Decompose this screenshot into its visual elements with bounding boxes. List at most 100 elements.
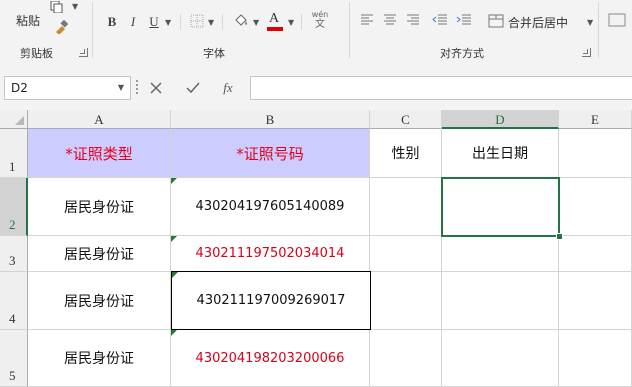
cell-e2[interactable]	[559, 178, 632, 236]
row-header-4[interactable]: 4	[0, 272, 28, 330]
italic-button[interactable]: I	[126, 13, 140, 31]
cell-b4[interactable]: 430211197009269017	[171, 271, 371, 330]
cell-a3[interactable]: 居民身份证	[28, 236, 171, 272]
cell-d5[interactable]	[442, 330, 559, 387]
cell-a2[interactable]: 居民身份证	[28, 178, 171, 236]
cell-c5[interactable]	[370, 330, 442, 387]
copy-dropdown-icon[interactable]: ▼	[72, 2, 78, 11]
phonetic-sub-label: 文	[315, 19, 325, 30]
cell-e5[interactable]	[559, 330, 632, 387]
column-header-c[interactable]: C	[370, 110, 442, 129]
select-all-button[interactable]	[0, 110, 28, 129]
active-cell-border	[441, 177, 560, 237]
cell-d3[interactable]	[442, 236, 559, 272]
column-header-e[interactable]: E	[559, 110, 632, 129]
divider	[92, 2, 93, 58]
phonetic-guide-button[interactable]: wén 文	[310, 10, 330, 32]
error-indicator[interactable]	[171, 236, 177, 242]
row-header-3[interactable]: 3	[0, 236, 28, 272]
row-header-1[interactable]: 1	[0, 129, 28, 178]
cell-a4[interactable]: 居民身份证	[28, 272, 171, 330]
align-center-icon[interactable]	[383, 14, 397, 26]
cell-d4[interactable]	[442, 272, 559, 330]
row-number: 4	[9, 311, 16, 326]
number-format-icon[interactable]	[608, 13, 626, 27]
cell-a1[interactable]: *证照类型	[28, 129, 171, 178]
cell-b2-value: 430204197605140089	[195, 199, 345, 214]
font-color-dropdown-icon[interactable]: ▼	[288, 18, 294, 27]
clipboard-launcher-icon[interactable]	[79, 48, 88, 57]
error-indicator[interactable]	[171, 330, 177, 336]
cell-e1[interactable]	[559, 129, 632, 178]
cell-b2[interactable]: 430204197605140089	[171, 178, 370, 236]
divider	[349, 2, 350, 58]
name-box-dropdown-icon[interactable]: ▼	[118, 77, 124, 99]
cell-c1[interactable]: 性别	[370, 129, 442, 178]
divider	[180, 14, 181, 30]
increase-indent-icon[interactable]	[456, 14, 472, 26]
row-number: 5	[9, 368, 16, 383]
merge-center-button[interactable]: 合并后居中 ▼	[488, 12, 594, 30]
cell-a5[interactable]: 居民身份证	[28, 330, 171, 387]
row-number: 2	[9, 217, 16, 232]
cell-c4[interactable]	[371, 272, 442, 330]
copy-icon[interactable]	[50, 0, 64, 14]
name-box[interactable]: D2 ▼	[4, 76, 131, 100]
check-icon[interactable]	[180, 76, 206, 100]
paste-button[interactable]: 粘贴	[16, 12, 40, 29]
row-number: 1	[9, 159, 16, 174]
fill-handle[interactable]	[556, 233, 563, 240]
cell-b5[interactable]: 430204198203200066	[171, 330, 370, 387]
divider	[301, 14, 302, 30]
cell-e4[interactable]	[559, 272, 632, 330]
column-header-b[interactable]: B	[171, 110, 370, 129]
align-left-icon[interactable]	[360, 14, 374, 26]
font-color-label: A	[269, 11, 280, 26]
formula-input[interactable]	[250, 76, 632, 100]
merge-center-label: 合并后居中	[508, 16, 569, 30]
phonetic-label: wén	[311, 10, 329, 19]
column-header-d[interactable]: D	[442, 110, 559, 129]
font-group-label: 字体	[203, 47, 225, 60]
format-painter-icon[interactable]	[54, 19, 69, 35]
cell-d1[interactable]: 出生日期	[442, 129, 559, 178]
cell-b4-value: 430211197009269017	[196, 293, 346, 308]
cell-b1[interactable]: *证照号码	[171, 129, 370, 178]
formula-bar: D2 ▼ fx	[0, 62, 632, 110]
cell-c3[interactable]	[370, 236, 442, 272]
underline-button[interactable]: U	[146, 13, 162, 31]
row-number: 3	[9, 253, 16, 268]
cell-e3[interactable]	[559, 236, 632, 272]
worksheet-grid: A B C D E 1 2 3 4 5 *证照类型 *证照号码 性别 出生日期 …	[0, 110, 632, 387]
error-indicator[interactable]	[171, 178, 177, 184]
cell-b5-value: 430204198203200066	[195, 350, 345, 366]
error-indicator[interactable]	[172, 272, 178, 278]
alignment-group-label: 对齐方式	[440, 47, 484, 60]
fill-color-dropdown-icon[interactable]: ▼	[253, 18, 259, 27]
decrease-indent-icon[interactable]	[432, 14, 448, 26]
column-header-a[interactable]: A	[28, 110, 171, 129]
alignment-launcher-icon[interactable]	[582, 48, 591, 57]
font-color-button[interactable]: A	[267, 11, 283, 31]
cell-b3[interactable]: 430211197502034014	[171, 236, 370, 272]
underline-dropdown-icon[interactable]: ▼	[165, 18, 171, 27]
cell-c2[interactable]	[370, 178, 442, 236]
merge-dropdown-icon[interactable]: ▼	[587, 18, 593, 27]
font-color-bar	[267, 27, 283, 31]
cell-b3-value: 430211197502034014	[195, 246, 345, 261]
bold-button[interactable]: B	[104, 13, 120, 31]
insert-function-button[interactable]: fx	[215, 76, 241, 100]
clipboard-group-label: 剪贴板	[20, 47, 53, 60]
cancel-icon[interactable]	[143, 76, 169, 100]
align-right-icon[interactable]	[406, 14, 420, 26]
name-box-value: D2	[11, 81, 28, 95]
border-dropdown-icon[interactable]: ▼	[208, 18, 214, 27]
row-header-2[interactable]: 2	[0, 178, 28, 236]
fill-color-icon[interactable]	[233, 12, 249, 30]
formula-bar-grip[interactable]	[136, 80, 140, 94]
row-header-5[interactable]: 5	[0, 330, 28, 387]
border-icon[interactable]	[190, 14, 204, 28]
ribbon: ▼ 粘贴 剪贴板 B I U ▼ ▼ ▼ A ▼ wén 文 字体 合并后居中 …	[0, 0, 632, 63]
divider	[598, 2, 599, 58]
merge-icon	[488, 14, 504, 28]
